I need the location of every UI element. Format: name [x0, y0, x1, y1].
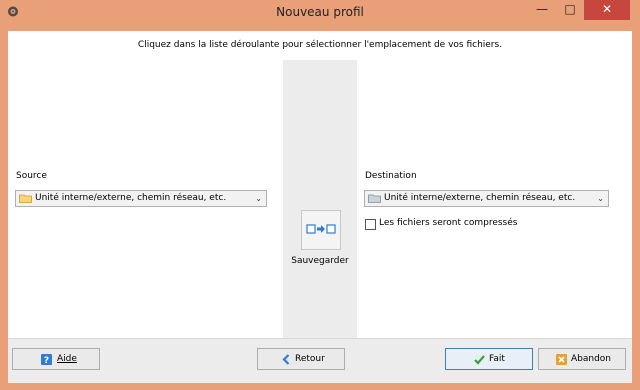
save-label: Sauvegarder	[291, 256, 349, 266]
folder-icon	[19, 194, 32, 203]
folder-icon	[368, 194, 381, 203]
title-bar[interactable]: Nouveau profil — □ ✕	[0, 0, 640, 24]
cancel-button[interactable]: Abandon	[538, 348, 626, 370]
source-label: Source	[16, 171, 47, 181]
compress-checkbox[interactable]	[365, 219, 376, 230]
destination-label: Destination	[365, 171, 417, 181]
minimize-button[interactable]: —	[528, 0, 556, 20]
source-panel: Source Unité interne/externe, chemin rés…	[8, 60, 283, 338]
help-label: Aide	[57, 354, 77, 364]
destination-panel: Destination Unité interne/externe, chemi…	[357, 60, 632, 338]
cancel-icon	[556, 354, 567, 365]
backup-arrow-icon	[306, 224, 336, 234]
action-column: Sauvegarder	[283, 60, 357, 338]
maximize-button[interactable]: □	[556, 0, 584, 20]
destination-dropdown[interactable]: Unité interne/externe, chemin réseau, et…	[364, 190, 609, 207]
done-label: Fait	[489, 354, 505, 364]
chevron-left-icon	[282, 354, 290, 365]
footer-bar: ? Aide Retour Fait Abandon	[8, 338, 632, 383]
help-icon: ?	[41, 354, 52, 365]
done-button[interactable]: Fait	[445, 348, 533, 370]
back-button[interactable]: Retour	[257, 348, 345, 370]
svg-text:?: ?	[44, 356, 49, 365]
chevron-down-icon: ⌄	[255, 194, 262, 203]
instruction-text: Cliquez dans la liste déroulante pour sé…	[137, 40, 503, 50]
help-button[interactable]: ? Aide	[12, 348, 100, 370]
close-button[interactable]: ✕	[584, 0, 630, 20]
compress-label: Les fichiers seront compressés	[379, 218, 518, 228]
cancel-label: Abandon	[571, 354, 612, 364]
instruction-header: Cliquez dans la liste déroulante pour sé…	[8, 31, 632, 60]
app-window: Nouveau profil — □ ✕ Cliquez dans la lis…	[0, 0, 640, 390]
destination-dropdown-value: Unité interne/externe, chemin réseau, et…	[384, 193, 576, 203]
back-label: Retour	[295, 354, 325, 364]
dialog-content: Cliquez dans la liste déroulante pour sé…	[8, 31, 632, 383]
checkmark-icon	[474, 355, 485, 365]
save-button[interactable]	[301, 210, 341, 250]
chevron-down-icon: ⌄	[597, 194, 604, 203]
source-dropdown-value: Unité interne/externe, chemin réseau, et…	[35, 193, 227, 203]
source-dropdown[interactable]: Unité interne/externe, chemin réseau, et…	[15, 190, 267, 207]
